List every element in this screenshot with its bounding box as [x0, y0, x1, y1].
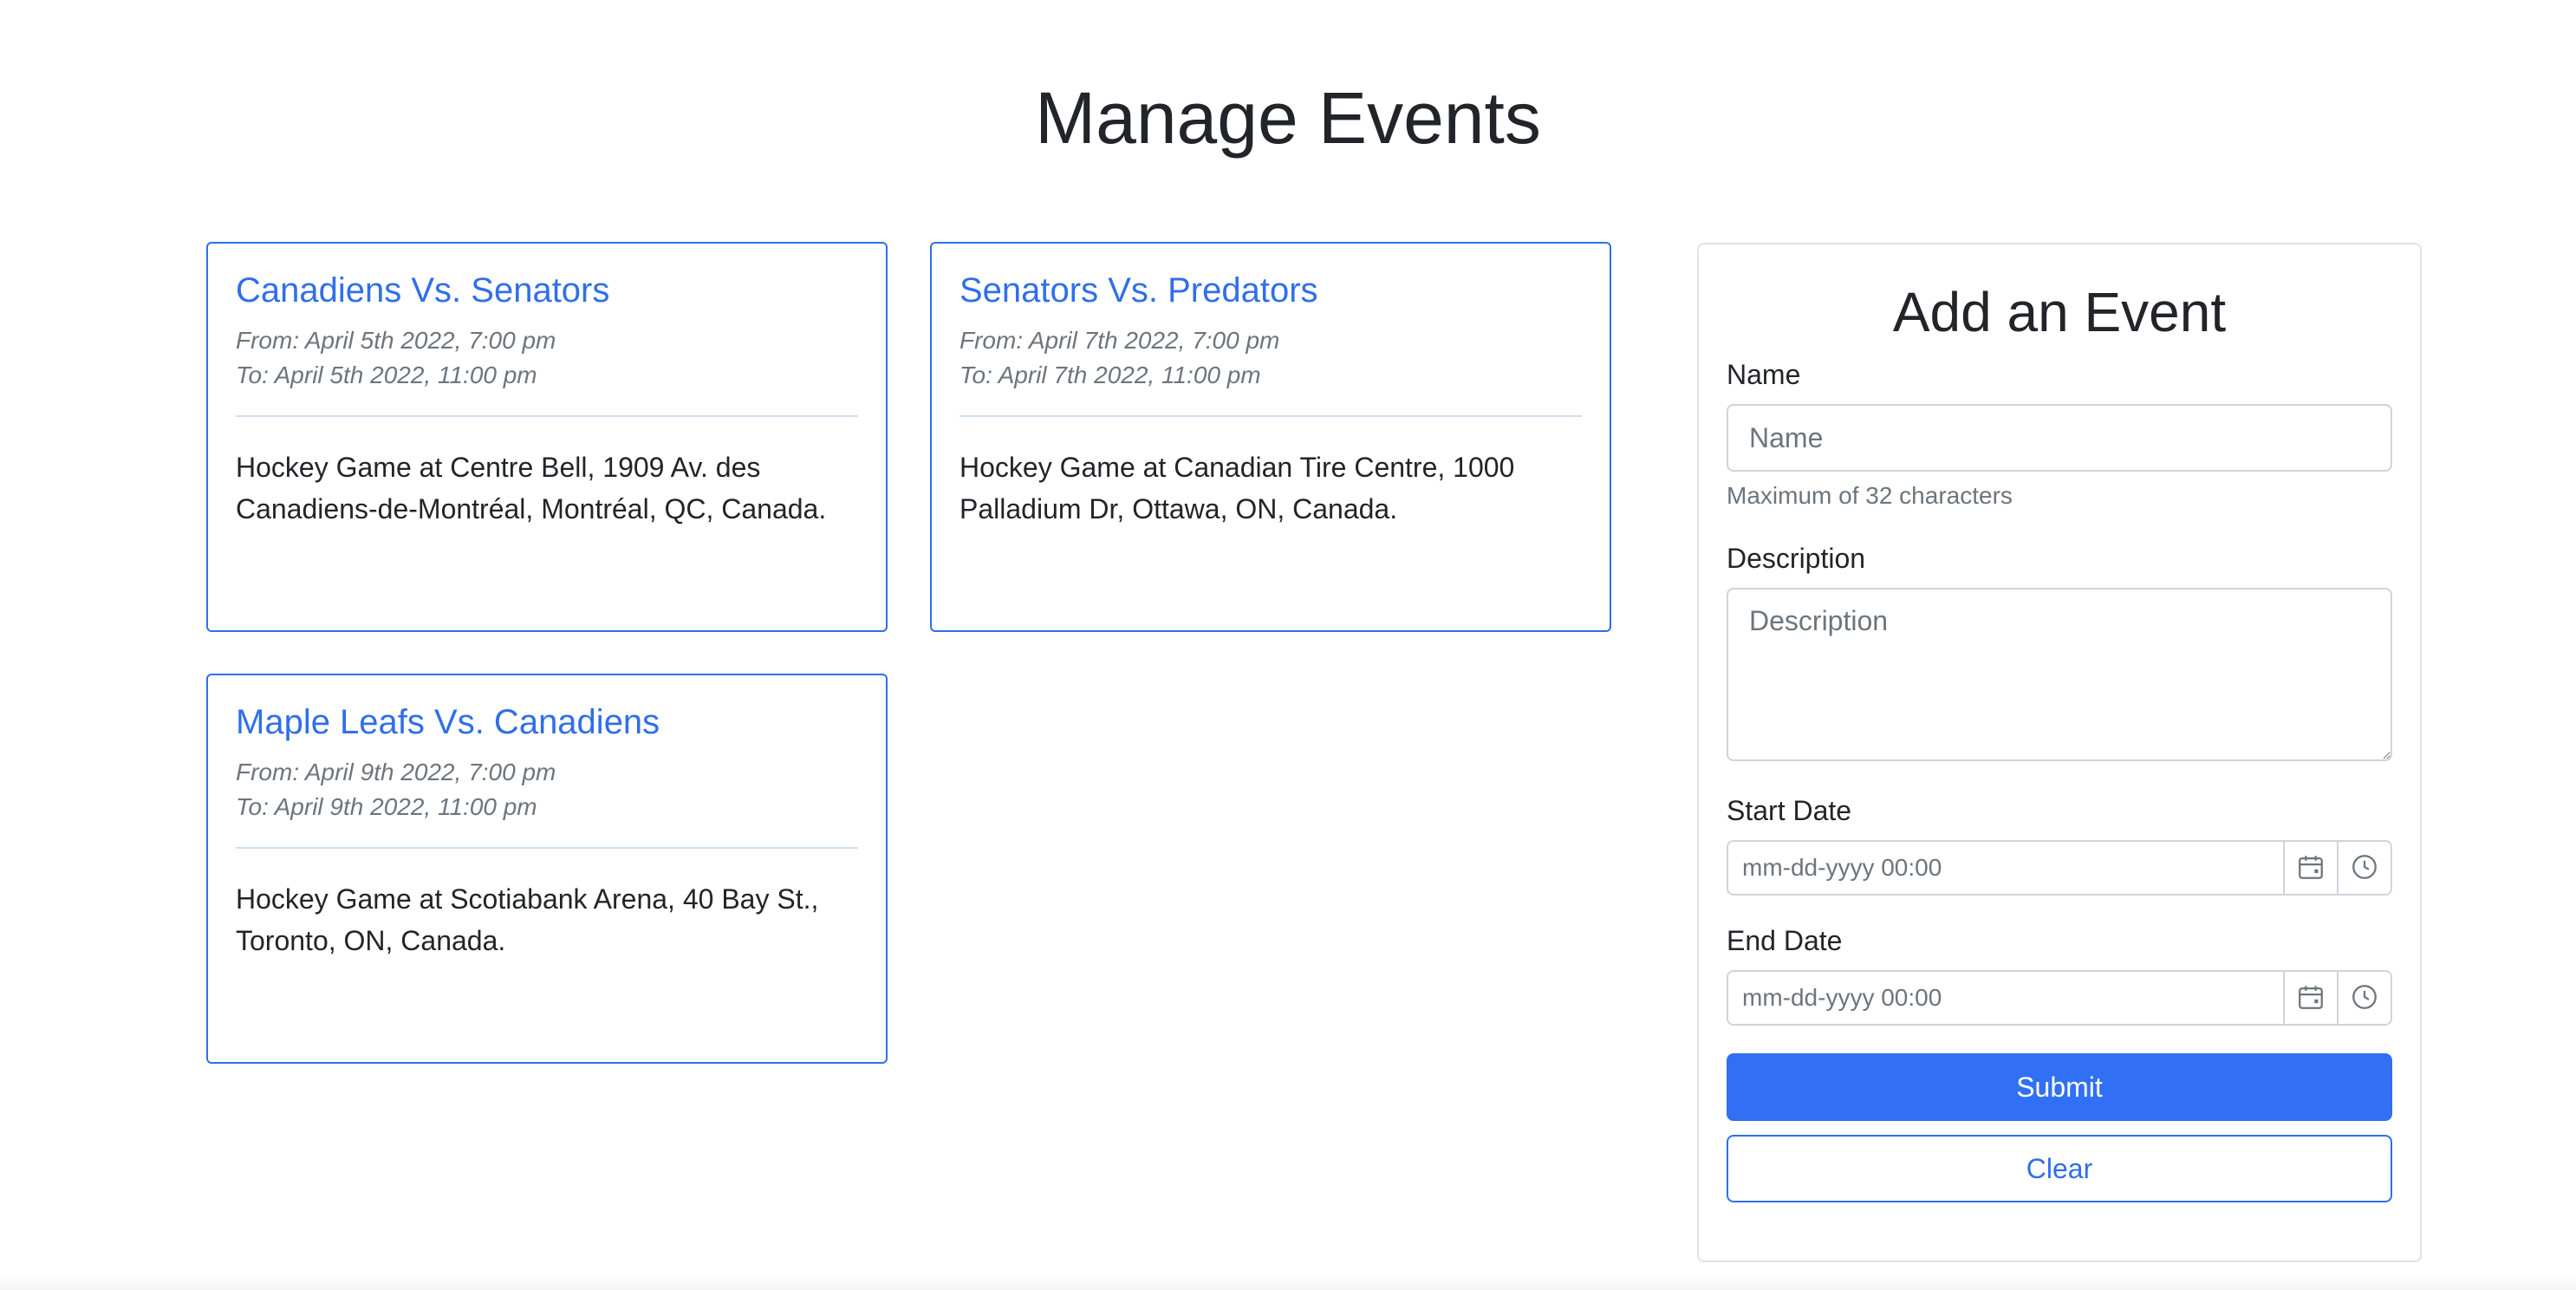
name-label: Name: [1727, 359, 1801, 390]
submit-button[interactable]: Submit: [1727, 1053, 2392, 1121]
end-date-label: End Date: [1727, 925, 1843, 956]
add-event-form: Add an Event Name Maximum of 32 characte…: [1697, 243, 2422, 1262]
event-card[interactable]: Canadiens Vs. Senators From: April 5th 2…: [206, 242, 888, 632]
start-date-input[interactable]: [1728, 842, 2283, 894]
event-start-date: From: April 7th 2022, 7:00 pm: [959, 327, 1280, 354]
page: Manage Events Canadiens Vs. Senators Fro…: [0, 0, 2576, 1290]
description-label: Description: [1727, 543, 1866, 574]
event-end-date: To: April 5th 2022, 11:00 pm: [236, 362, 537, 388]
event-title[interactable]: Senators Vs. Predators: [959, 268, 1582, 313]
calendar-icon: [2296, 982, 2326, 1014]
card-divider: [959, 415, 1582, 417]
calendar-icon: [2296, 852, 2326, 884]
event-end-date: To: April 9th 2022, 11:00 pm: [236, 793, 537, 820]
start-date-calendar-button[interactable]: [2283, 842, 2337, 894]
start-date-label: Start Date: [1727, 795, 1852, 826]
event-description: Hockey Game at Centre Bell, 1909 Av. des…: [236, 452, 827, 524]
clock-icon: [2350, 852, 2379, 884]
event-title[interactable]: Canadiens Vs. Senators: [236, 268, 858, 313]
clear-button[interactable]: Clear: [1727, 1135, 2392, 1202]
end-date-time-button[interactable]: [2337, 972, 2391, 1024]
event-description: Hockey Game at Canadian Tire Centre, 100…: [959, 452, 1515, 524]
clock-icon: [2350, 982, 2379, 1014]
event-card[interactable]: Maple Leafs Vs. Canadiens From: April 9t…: [206, 674, 888, 1064]
name-input[interactable]: [1727, 404, 2392, 472]
event-start-date: From: April 5th 2022, 7:00 pm: [236, 327, 556, 354]
event-start-date: From: April 9th 2022, 7:00 pm: [236, 759, 556, 785]
bottom-shade: [0, 1273, 2576, 1290]
event-card[interactable]: Senators Vs. Predators From: April 7th 2…: [930, 242, 1611, 632]
event-description: Hockey Game at Scotiabank Arena, 40 Bay …: [236, 883, 819, 956]
page-title: Manage Events: [1035, 77, 1541, 159]
description-input[interactable]: [1727, 588, 2392, 761]
card-divider: [236, 415, 858, 417]
form-title: Add an Event: [1892, 281, 2227, 343]
start-date-field: [1727, 840, 2392, 896]
end-date-calendar-button[interactable]: [2283, 972, 2337, 1024]
event-end-date: To: April 7th 2022, 11:00 pm: [959, 362, 1261, 388]
name-help-text: Maximum of 32 characters: [1727, 482, 2013, 509]
event-title[interactable]: Maple Leafs Vs. Canadiens: [236, 700, 858, 745]
end-date-input[interactable]: [1728, 972, 2283, 1024]
card-divider: [236, 847, 858, 849]
end-date-field: [1727, 970, 2392, 1026]
start-date-time-button[interactable]: [2337, 842, 2391, 894]
